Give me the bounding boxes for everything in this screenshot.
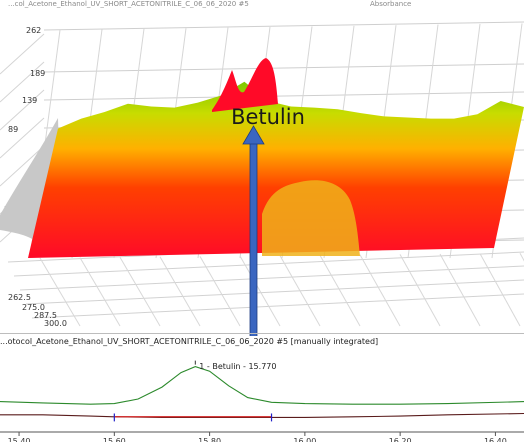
3d-absorbance-plot: ...col_Acetone_Ethanol_UV_SHORT_ACETONIT… <box>0 0 524 336</box>
2d-plot-svg: 15.40 15.60 15.80 16.00 16.20 16.40 1 - Betuli… <box>0 360 524 446</box>
x-tick-label: 15.60 <box>103 437 126 442</box>
x-tick-label: 15.40 <box>8 437 31 442</box>
floor-line <box>439 253 481 327</box>
arrow-shaft <box>249 139 258 336</box>
z-tick-label: 189 <box>30 69 45 78</box>
floor-line <box>119 256 161 327</box>
grid-line-h <box>43 91 524 101</box>
3d-plot-svg: ...col_Acetone_Ethanol_UV_SHORT_ACETONIT… <box>0 0 524 336</box>
grid-line-h <box>43 63 524 73</box>
floor-line <box>359 254 401 327</box>
floor-line <box>319 254 361 327</box>
chromatogram-series-1 <box>0 366 524 405</box>
floor-line <box>279 255 321 327</box>
floor-line <box>479 253 521 327</box>
peak-label: 1 - Betulin - 15.770 <box>199 362 276 371</box>
top-title-fragment: ...col_Acetone_Ethanol_UV_SHORT_ACETONIT… <box>8 0 249 8</box>
chromatogram-view: ...col_Acetone_Ethanol_UV_SHORT_ACETONIT… <box>0 0 524 446</box>
z-tick-label: 89 <box>8 125 18 134</box>
x-tick-label: 16.00 <box>293 437 316 442</box>
wavelength-tick-label: 300.0 <box>44 319 67 328</box>
wavelength-tick-label: 262.5 <box>8 293 31 302</box>
top-right-fragment: Absorbance <box>370 0 411 8</box>
floor-line <box>31 293 524 319</box>
wavelength-axis-ticks: 262.5275.0287.5300.0 <box>8 293 67 328</box>
z-tick-label: 262 <box>26 26 41 35</box>
floor-line <box>25 279 524 305</box>
strip-divider <box>0 333 524 334</box>
floor-line <box>239 255 281 327</box>
x-tick-label: 16.20 <box>389 437 412 442</box>
z-tick-label: 139 <box>22 96 37 105</box>
floor-line <box>399 254 441 327</box>
grid-line-h <box>43 21 524 31</box>
floor-line <box>519 252 524 262</box>
2d-chromatogram-strip: 15.40 15.60 15.80 16.00 16.20 16.40 1 - Betuli… <box>0 348 524 446</box>
chromatogram-title: ...otocol_Acetone_Ethanol_UV_SHORT_ACETO… <box>0 337 379 346</box>
betulin-annotation: Betulin <box>231 105 305 129</box>
x-tick-label: 16.40 <box>484 437 507 442</box>
x-tick-label: 15.80 <box>198 437 221 442</box>
floor-line <box>199 256 241 327</box>
